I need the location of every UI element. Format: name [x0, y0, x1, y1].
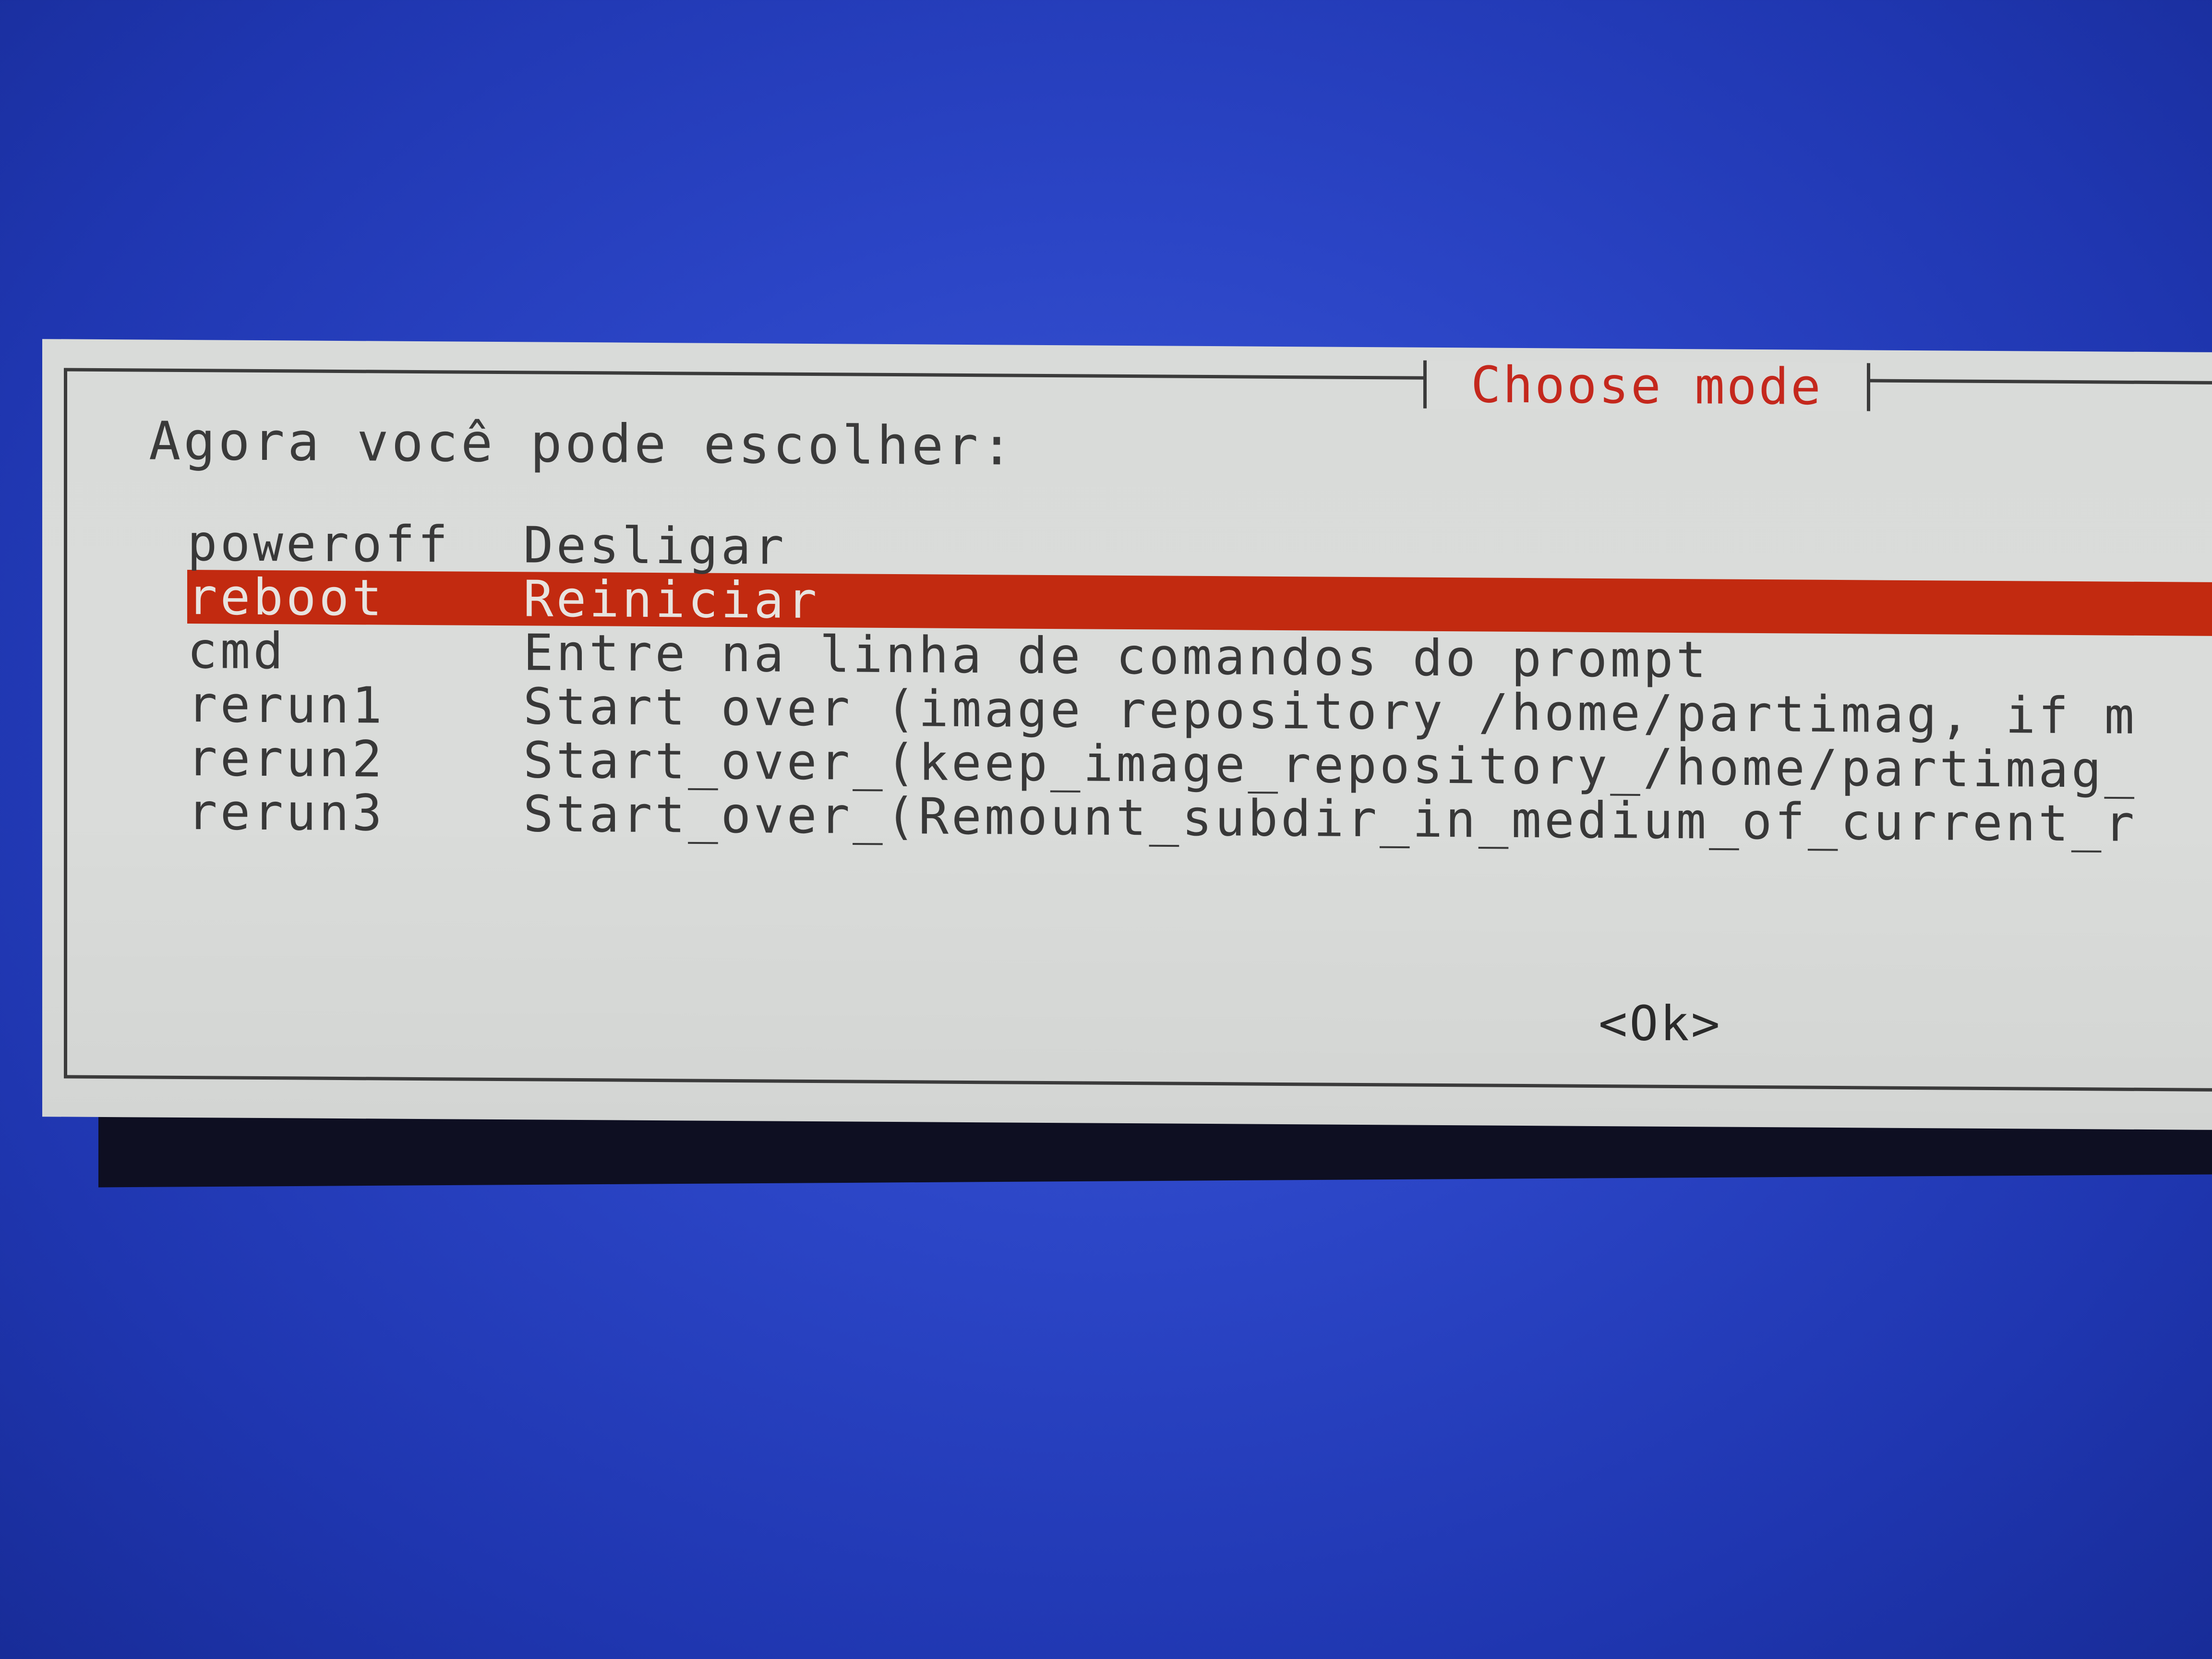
screen-background: Choose mode Agora você pode escolher: po… [0, 0, 2212, 1659]
choose-mode-dialog: Choose mode Agora você pode escolher: po… [42, 339, 2212, 1130]
dialog-frame: Choose mode Agora você pode escolher: po… [64, 355, 2212, 1092]
menu-item-tag: rerun3 [187, 782, 385, 842]
menu-item-tag: poweroff [187, 514, 451, 574]
menu-item-tag: reboot [187, 567, 385, 627]
menu-item-rerun3[interactable]: rerun3 Start_over_(Remount_subdir_in_med… [187, 782, 2212, 853]
dialog-title-box: Choose mode [1423, 355, 1870, 416]
menu-item-description: Start_over_(Remount_subdir_in_medium_of_… [523, 784, 2138, 853]
menu-item-tag: rerun2 [187, 729, 385, 789]
menu-item-tag: rerun1 [187, 675, 385, 735]
menu-item-description: Reiniciar [523, 569, 820, 630]
menu-item-tag: cmd [187, 621, 286, 681]
dialog-title: Choose mode [1471, 355, 1823, 416]
menu-item-description: Desligar [523, 516, 787, 576]
dialog-prompt: Agora você pode escolher: [149, 410, 1016, 477]
ok-button[interactable]: <Ok> [1599, 995, 1722, 1052]
mode-menu: poweroff Desligar reboot Reiniciar cmd E… [187, 514, 2212, 853]
